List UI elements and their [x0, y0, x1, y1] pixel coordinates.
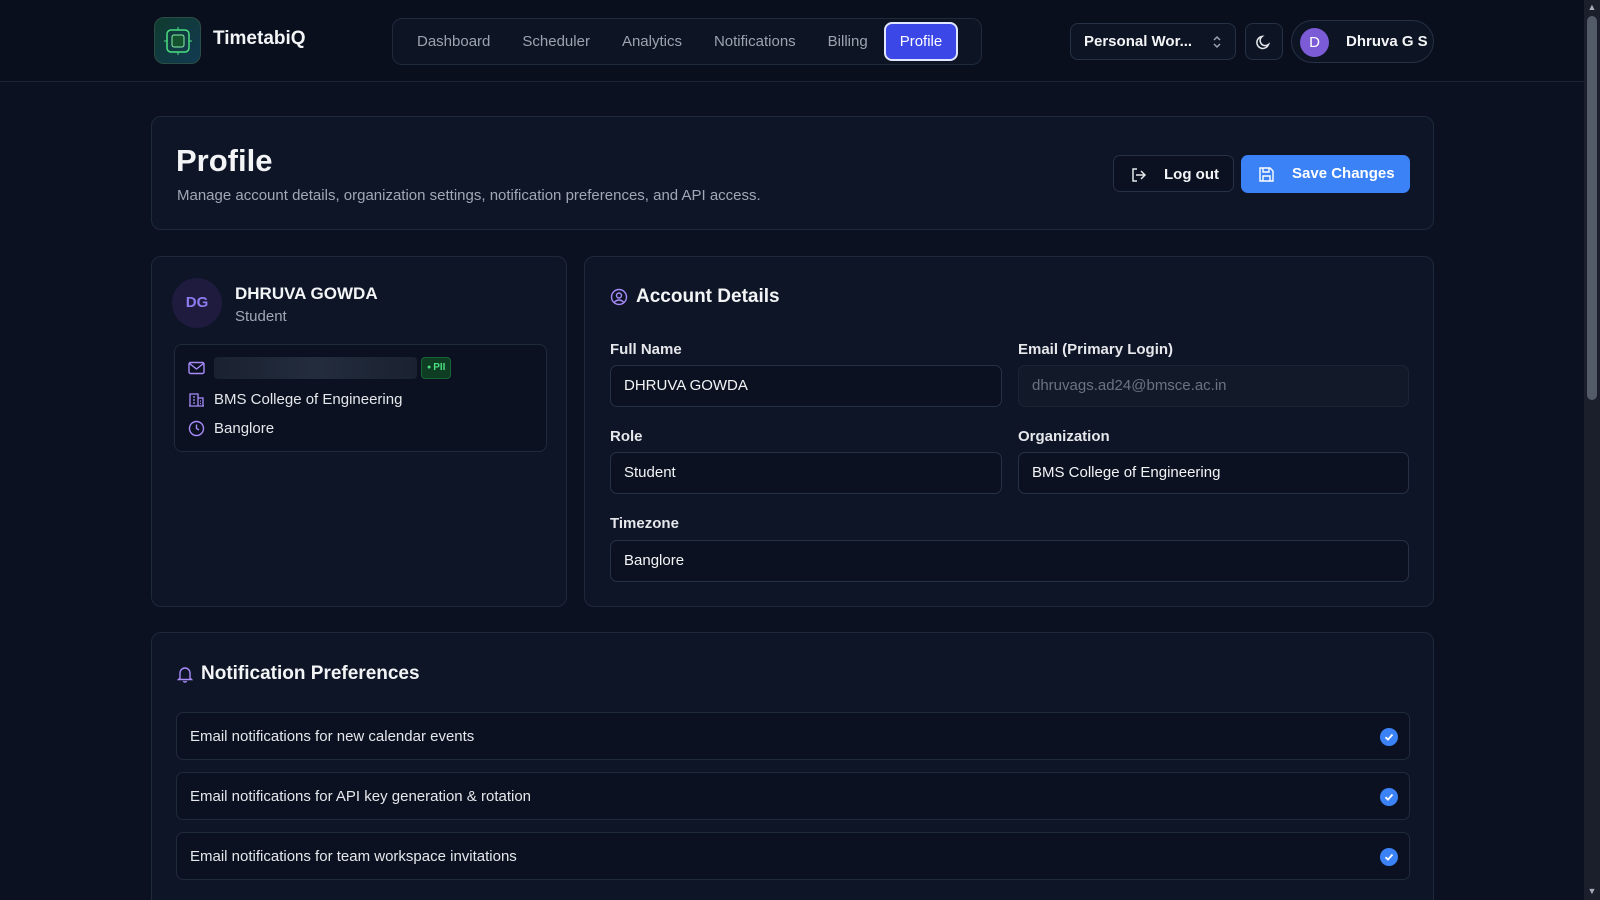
- clock-icon: [188, 420, 205, 437]
- app-logo[interactable]: [154, 17, 201, 64]
- mail-icon: [188, 361, 205, 375]
- brand-name: TimetabiQ: [213, 28, 306, 49]
- workspace-selector[interactable]: Personal Wor...: [1070, 23, 1236, 60]
- pref-row-api-keys[interactable]: Email notifications for API key generati…: [176, 772, 1410, 820]
- nav-profile[interactable]: Profile: [883, 22, 959, 61]
- organization-row: BMS College of Engineering: [188, 391, 402, 408]
- pref-row-workspace-invitations[interactable]: Email notifications for team workspace i…: [176, 832, 1410, 880]
- workspace-label: Personal Wor...: [1084, 33, 1193, 50]
- nav-dashboard[interactable]: Dashboard: [401, 22, 506, 61]
- timezone-input[interactable]: Banglore: [610, 540, 1409, 582]
- building-icon: [189, 393, 204, 407]
- pref-checkbox-api-keys[interactable]: [1380, 788, 1398, 806]
- nav-notifications[interactable]: Notifications: [698, 22, 812, 61]
- pref-row-calendar-events[interactable]: Email notifications for new calendar eve…: [176, 712, 1410, 760]
- logout-label: Log out: [1164, 166, 1219, 183]
- email-row: PII: [188, 357, 452, 379]
- page-subtitle: Manage account details, organization set…: [177, 187, 761, 204]
- organization-input[interactable]: BMS College of Engineering: [1018, 452, 1409, 494]
- page-title: Profile: [176, 143, 273, 178]
- chevron-up-down-icon: [1213, 35, 1221, 49]
- save-label: Save Changes: [1292, 165, 1395, 182]
- role-input[interactable]: Student: [610, 452, 1002, 494]
- nav-analytics[interactable]: Analytics: [606, 22, 698, 61]
- notification-preferences-heading: Notification Preferences: [201, 663, 420, 684]
- email-label: Email (Primary Login): [1018, 341, 1174, 358]
- profile-info-box: PII BMS College of Engineering Banglore: [174, 344, 547, 452]
- account-details-title: Account Details: [610, 286, 780, 308]
- nav-billing[interactable]: Billing: [812, 22, 884, 61]
- logo-icon: [163, 26, 192, 55]
- organization-text: BMS College of Engineering: [214, 391, 403, 408]
- check-icon: [1384, 793, 1394, 801]
- pii-badge: PII: [421, 357, 452, 379]
- save-icon: [1259, 167, 1274, 182]
- page-scrollbar[interactable]: ▲ ▼: [1584, 0, 1600, 900]
- pref-checkbox-workspace-invitations[interactable]: [1380, 848, 1398, 866]
- profile-role: Student: [235, 308, 287, 325]
- pref-checkbox-calendar-events[interactable]: [1380, 728, 1398, 746]
- top-navbar: TimetabiQ Dashboard Scheduler Analytics …: [0, 0, 1584, 82]
- avatar: D: [1300, 28, 1329, 57]
- profile-summary-card: DG DHRUVA GOWDA Student PII BMS College …: [151, 256, 567, 607]
- full-name-input[interactable]: DHRUVA GOWDA: [610, 365, 1002, 407]
- main-nav: Dashboard Scheduler Analytics Notificati…: [392, 18, 982, 65]
- check-icon: [1384, 853, 1394, 861]
- email-input: dhruvags.ad24@bmsce.ac.in: [1018, 365, 1409, 407]
- notification-preferences-card: Notification Preferences Email notificat…: [151, 632, 1434, 900]
- redacted-email: [214, 357, 417, 379]
- nav-scheduler[interactable]: Scheduler: [506, 22, 606, 61]
- theme-toggle-button[interactable]: [1245, 23, 1283, 60]
- bell-icon: [177, 667, 193, 683]
- save-changes-button[interactable]: Save Changes: [1241, 155, 1410, 193]
- full-name-label: Full Name: [610, 341, 682, 358]
- account-details-card: Account Details Full Name DHRUVA GOWDA E…: [584, 256, 1434, 607]
- user-menu[interactable]: D Dhruva G S: [1291, 20, 1434, 63]
- timezone-label: Timezone: [610, 515, 679, 532]
- organization-label: Organization: [1018, 428, 1110, 445]
- scroll-down-arrow-icon[interactable]: ▼: [1587, 886, 1597, 896]
- scroll-up-arrow-icon[interactable]: ▲: [1587, 2, 1597, 12]
- moon-icon: [1256, 34, 1271, 49]
- user-name: Dhruva G S: [1346, 33, 1428, 50]
- pref-label: Email notifications for API key generati…: [190, 788, 532, 805]
- timezone-row: Banglore: [188, 420, 274, 437]
- notification-preferences-title: Notification Preferences: [177, 663, 420, 685]
- role-label: Role: [610, 428, 643, 445]
- pref-label: Email notifications for team workspace i…: [190, 848, 517, 865]
- logout-icon: [1132, 168, 1147, 182]
- scroll-thumb[interactable]: [1587, 16, 1597, 400]
- account-details-heading: Account Details: [636, 286, 780, 307]
- profile-name: DHRUVA GOWDA: [235, 284, 378, 303]
- user-circle-icon: [610, 288, 628, 306]
- check-icon: [1384, 733, 1394, 741]
- profile-avatar: DG: [172, 278, 222, 328]
- logout-button[interactable]: Log out: [1113, 155, 1234, 192]
- timezone-text: Banglore: [214, 420, 275, 437]
- pref-label: Email notifications for new calendar eve…: [190, 728, 475, 745]
- profile-header-card: Profile Manage account details, organiza…: [151, 116, 1434, 230]
